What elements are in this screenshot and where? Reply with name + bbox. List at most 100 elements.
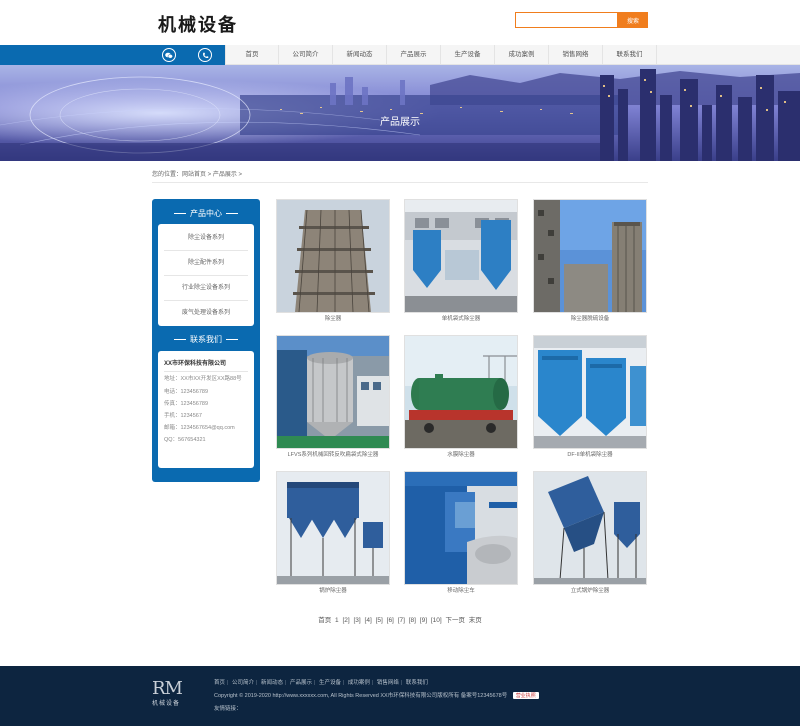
page-first-link[interactable]: 首页 xyxy=(318,617,331,624)
product-caption[interactable]: 锅炉除尘器 xyxy=(276,585,390,597)
category-item-industry[interactable]: 行业除尘设备系列 xyxy=(164,276,248,301)
category-heading: 产品中心 xyxy=(152,208,260,219)
product-image[interactable] xyxy=(404,471,518,585)
nav-item-sales[interactable]: 销售网络 xyxy=(549,45,603,65)
product-caption[interactable]: 立式锅炉除尘器 xyxy=(533,585,647,597)
product-image[interactable] xyxy=(533,335,647,449)
page-link[interactable]: [4] xyxy=(365,617,372,624)
product-card[interactable]: 水膜除尘器 xyxy=(404,335,518,461)
category-item-parts[interactable]: 除尘配件系列 xyxy=(164,251,248,276)
footer-link[interactable]: 联系我们 xyxy=(406,680,428,686)
site-footer: RM 机械设备 首页 | 公司简介 | 新闻动态 | 产品展示 | 生产设备 | 成功案例… xyxy=(0,666,800,726)
page-link[interactable]: [3] xyxy=(354,617,361,624)
product-image[interactable] xyxy=(276,335,390,449)
wechat-icon[interactable] xyxy=(162,48,176,62)
product-card[interactable]: 单机袋式除尘器 xyxy=(404,199,518,325)
search-input[interactable] xyxy=(515,12,618,28)
footer-separator: | xyxy=(371,680,374,686)
footer-separator: | xyxy=(342,680,345,686)
nav-item-home[interactable]: 首页 xyxy=(225,45,279,65)
nav-item-cases[interactable]: 成功案例 xyxy=(495,45,549,65)
license-badge[interactable]: 营业执照 xyxy=(512,692,539,699)
product-card[interactable]: 移动除尘车 xyxy=(404,471,518,597)
nav-item-equipment[interactable]: 生产设备 xyxy=(441,45,495,65)
nav-item-products[interactable]: 产品展示 xyxy=(387,45,441,65)
contact-address: 地址：XX市XX开发区XX路88号 xyxy=(164,376,242,382)
page-link[interactable]: [7] xyxy=(398,617,405,624)
breadcrumb[interactable]: 您的位置：网站首页 > 产品展示 > xyxy=(152,169,242,178)
product-image[interactable] xyxy=(533,471,647,585)
product-caption[interactable]: DF-II单机袋除尘器 xyxy=(533,449,647,461)
product-caption[interactable]: LFVS系列机械回转反吹扁袋式除尘器 xyxy=(276,449,390,461)
product-image[interactable] xyxy=(276,471,390,585)
product-card[interactable]: 锅炉除尘器 xyxy=(276,471,390,597)
product-card[interactable]: DF-II单机袋除尘器 xyxy=(533,335,647,461)
contact-mobile: 手机：1234567 xyxy=(164,413,202,419)
category-list: 除尘设备系列 除尘配件系列 行业除尘设备系列 废气处理设备系列 xyxy=(158,224,254,326)
sidebar: 产品中心 除尘设备系列 除尘配件系列 行业除尘设备系列 废气处理设备系列 联系我… xyxy=(152,199,260,482)
phone-icon[interactable] xyxy=(198,48,212,62)
footer-link[interactable]: 首页 xyxy=(214,680,225,686)
category-item-exhaust[interactable]: 废气处理设备系列 xyxy=(164,301,248,326)
contact-qq: QQ：567654321 xyxy=(164,437,206,443)
nav-item-about[interactable]: 公司简介 xyxy=(279,45,333,65)
footer-logo-text: 机械设备 xyxy=(152,701,181,707)
product-caption[interactable]: 单机袋式除尘器 xyxy=(404,313,518,325)
footer-link[interactable]: 销售网络 xyxy=(377,680,399,686)
product-photo-vertical-boiler xyxy=(534,472,646,584)
product-photo-df-filter xyxy=(534,336,646,448)
nav-menu: 首页 公司简介 新闻动态 产品展示 生产设备 成功案例 销售网络 联系我们 xyxy=(225,45,657,65)
banner-title: 产品展示 xyxy=(380,117,420,128)
product-image[interactable] xyxy=(276,199,390,313)
product-caption[interactable]: 除尘器 xyxy=(276,313,390,325)
product-card[interactable]: LFVS系列机械回转反吹扁袋式除尘器 xyxy=(276,335,390,461)
pagination: 首页 1 [2] [3] [4] [5] [6] [7] [8] [9] [10… xyxy=(0,614,800,624)
footer-link[interactable]: 生产设备 xyxy=(319,680,341,686)
product-caption[interactable]: 水膜除尘器 xyxy=(404,449,518,461)
page-link[interactable]: [5] xyxy=(376,617,383,624)
product-caption[interactable]: 移动除尘车 xyxy=(404,585,518,597)
page-link[interactable]: [2] xyxy=(342,617,349,624)
product-caption[interactable]: 除尘器脱硫设备 xyxy=(533,313,647,325)
product-photo-boiler-filter xyxy=(277,472,389,584)
friend-links: 友情链接： xyxy=(214,706,242,712)
search-bar: 搜索 xyxy=(515,12,648,28)
page-link[interactable]: [8] xyxy=(409,617,416,624)
nav-item-news[interactable]: 新闻动态 xyxy=(333,45,387,65)
page-link[interactable]: [10] xyxy=(431,617,442,624)
product-photo-water-film xyxy=(405,336,517,448)
product-image[interactable] xyxy=(533,199,647,313)
page-banner: 产品展示 xyxy=(0,65,800,161)
product-card[interactable]: 除尘器脱硫设备 xyxy=(533,199,647,325)
footer-separator: | xyxy=(284,680,287,686)
page-last-link[interactable]: 末页 xyxy=(469,617,482,624)
contact-email[interactable]: 邮箱：1234567654@qq.com xyxy=(164,422,248,434)
product-image[interactable] xyxy=(404,199,518,313)
product-photo-lfvs xyxy=(277,336,389,448)
category-item-dust-removal[interactable]: 除尘设备系列 xyxy=(164,226,248,251)
footer-separator: | xyxy=(313,680,316,686)
footer-link[interactable]: 成功案例 xyxy=(348,680,370,686)
site-header: 机械设备 搜索 xyxy=(0,0,800,45)
page-link[interactable]: [9] xyxy=(420,617,427,624)
product-card[interactable]: 立式锅炉除尘器 xyxy=(533,471,647,597)
breadcrumb-divider xyxy=(152,182,648,183)
product-image[interactable] xyxy=(404,335,518,449)
contact-phone: 电话：123456789 xyxy=(164,389,209,395)
footer-link[interactable]: 新闻动态 xyxy=(261,680,283,686)
search-button[interactable]: 搜索 xyxy=(618,12,648,28)
copyright-text: Copyright © 2019-2020 http://www.xxxxxx.… xyxy=(214,693,508,699)
footer-nav: 首页 | 公司简介 | 新闻动态 | 产品展示 | 生产设备 | 成功案例 | 销售网络 | … xyxy=(214,678,428,686)
footer-link[interactable]: 公司简介 xyxy=(232,680,254,686)
nav-item-contact[interactable]: 联系我们 xyxy=(603,45,657,65)
page-link[interactable]: [6] xyxy=(387,617,394,624)
product-photo-tower xyxy=(277,200,389,312)
nav-icon-area xyxy=(0,45,225,65)
product-photo-desulfurization xyxy=(534,200,646,312)
contact-fax: 传真：123456789 xyxy=(164,401,209,407)
page-next-link[interactable]: 下一页 xyxy=(445,617,465,624)
footer-link[interactable]: 产品展示 xyxy=(290,680,312,686)
contact-heading-text: 联系我们 xyxy=(190,335,222,344)
product-card[interactable]: 除尘器 xyxy=(276,199,390,325)
site-logo[interactable]: 机械设备 xyxy=(158,11,238,37)
